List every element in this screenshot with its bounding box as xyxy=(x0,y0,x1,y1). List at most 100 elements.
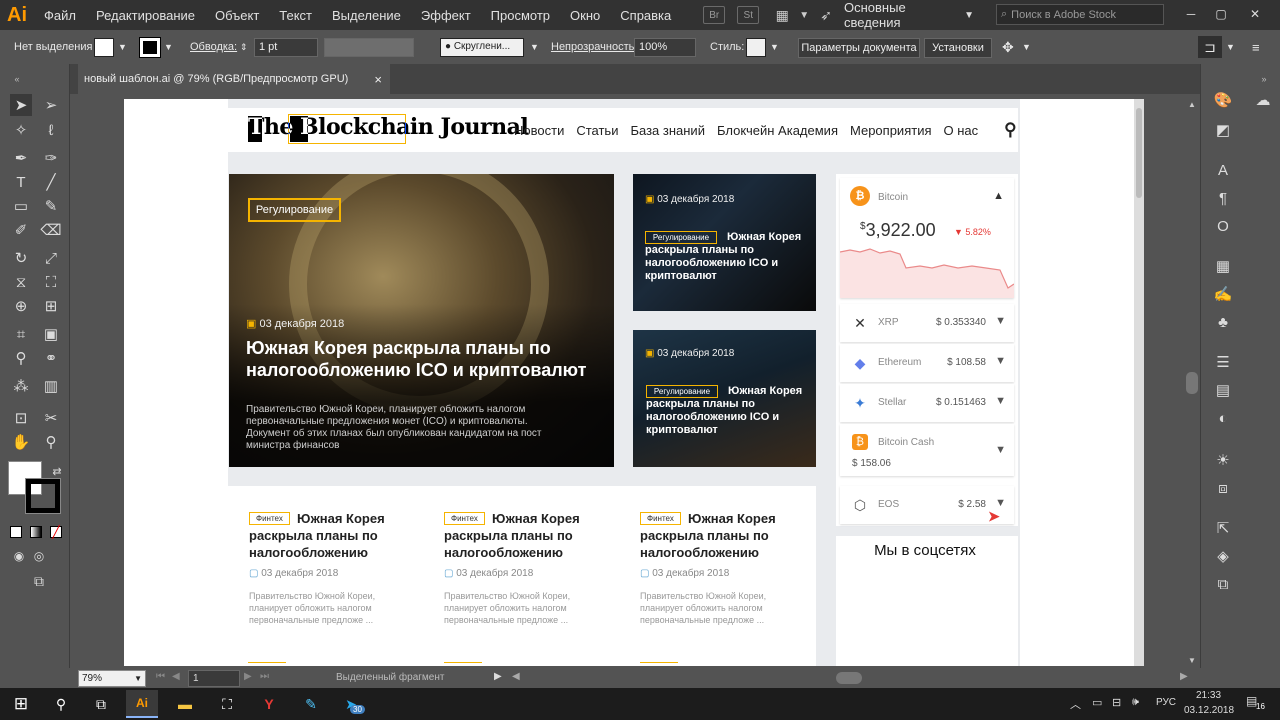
minimize-button[interactable]: ─ xyxy=(1181,4,1201,24)
menu-window[interactable]: Окно xyxy=(560,8,610,23)
illustrator-taskbar-icon[interactable]: Ai xyxy=(126,690,158,718)
stroke-swatch[interactable] xyxy=(139,37,161,58)
transparency-panel-icon[interactable]: ◐ xyxy=(1211,406,1235,430)
perspective-grid-icon[interactable]: ⊞ xyxy=(40,295,62,317)
zoom-tool-icon[interactable]: ⚲ xyxy=(40,431,62,453)
article-title[interactable]: Южная Корея раскрыла планы по налогообло… xyxy=(249,510,399,561)
workspace-selector[interactable]: Основные сведения ▼ xyxy=(838,0,980,30)
gradient-panel-icon[interactable]: ▤ xyxy=(1211,378,1235,402)
chevron-down-icon[interactable]: ▼ xyxy=(164,32,173,62)
pen-tool-icon[interactable]: ✒ xyxy=(10,147,32,169)
notepad-icon[interactable]: ✎ xyxy=(296,692,326,716)
article-title[interactable]: Южная Корея раскрыла планы по налогообло… xyxy=(640,510,790,561)
menu-select[interactable]: Выделение xyxy=(322,8,411,23)
task-view-icon[interactable]: ⧉ xyxy=(86,692,116,716)
swap-colors-icon[interactable]: ⇄ xyxy=(46,460,68,482)
draw-behind-icon[interactable]: ◎ xyxy=(28,545,50,567)
magic-wand-icon[interactable]: ✧ xyxy=(10,119,32,141)
stroke-label[interactable]: Обводка: xyxy=(190,32,237,62)
eyedropper-tool-icon[interactable]: ⚲ xyxy=(10,347,32,369)
paragraph-panel-icon[interactable]: ¶ xyxy=(1211,186,1235,210)
maximize-button[interactable]: ▢ xyxy=(1211,4,1231,24)
coin-row-xrp[interactable]: ✕ XRP $ 0.353340 ▼ xyxy=(840,304,1014,342)
nav-academy[interactable]: Блокчейн Академия xyxy=(717,123,838,138)
horizontal-scroll-thumb[interactable] xyxy=(836,672,862,684)
symbols-panel-icon[interactable]: ♣ xyxy=(1211,310,1235,334)
shape-builder-icon[interactable]: ⊕ xyxy=(10,295,32,317)
swatches-panel-icon[interactable]: ▦ xyxy=(1211,254,1235,278)
panel-options-icon[interactable]: ⊐ xyxy=(1198,36,1222,58)
chevron-down-icon[interactable]: ▼ xyxy=(770,32,779,62)
hand-tool-icon[interactable]: ✋ xyxy=(10,431,32,453)
nav-events[interactable]: Мероприятия xyxy=(850,123,932,138)
artboard-number-field[interactable]: 1 xyxy=(188,670,240,687)
stroke-weight-field[interactable]: 1 pt xyxy=(254,38,318,57)
chevron-down-icon[interactable]: ▼ xyxy=(530,32,539,62)
type-tool-icon[interactable]: T xyxy=(10,171,32,193)
curvature-tool-icon[interactable]: ✑ xyxy=(40,147,62,169)
side-card-title[interactable]: Южная Корея раскрыла планы по налогообло… xyxy=(646,385,806,437)
menu-help[interactable]: Справка xyxy=(610,8,681,23)
variable-width-profile[interactable] xyxy=(324,38,414,57)
side-card-2[interactable]: ▣ 03 декабря 2018 Регулирование Южная Ко… xyxy=(633,330,816,467)
coin-row-stellar[interactable]: ✦ Stellar $ 0.151463 ▼ xyxy=(840,384,1014,422)
status-menu-icon[interactable]: ▶ xyxy=(494,671,502,682)
first-artboard-icon[interactable]: ⏮ xyxy=(156,671,165,682)
line-tool-icon[interactable]: ╱ xyxy=(40,171,62,193)
language-indicator[interactable]: РУС xyxy=(1156,697,1176,708)
gradient-tool-icon[interactable]: ▣ xyxy=(40,323,62,345)
stroke-panel-icon[interactable]: ☰ xyxy=(1211,350,1235,374)
collapse-icon[interactable]: « xyxy=(6,68,28,90)
last-artboard-icon[interactable]: ⏭ xyxy=(260,671,269,682)
color-mode-icon[interactable] xyxy=(10,526,22,538)
preferences-button[interactable]: Установки xyxy=(924,38,992,58)
color-panel-icon[interactable]: 🎨 xyxy=(1211,88,1235,112)
blend-tool-icon[interactable]: ⚭ xyxy=(40,347,62,369)
brush-definition[interactable]: ● Скруглени... xyxy=(440,38,524,57)
panel-scroll-thumb[interactable] xyxy=(1186,372,1198,394)
chevron-down-icon[interactable]: ▼ xyxy=(995,355,1006,367)
opentype-panel-icon[interactable]: O xyxy=(1211,214,1235,238)
arrange-documents-icon[interactable]: ▦ xyxy=(771,6,793,24)
site-logo[interactable]: The Blockchain Journal xyxy=(248,114,529,144)
fill-swatch[interactable] xyxy=(94,38,114,57)
scroll-right-icon[interactable]: ▶ xyxy=(1180,671,1188,682)
bitcoin-card[interactable]: ₿ Bitcoin ▲ $3,922.00 ▼ 5.82% xyxy=(840,178,1014,298)
close-window-button[interactable]: ✕ xyxy=(1245,4,1265,24)
rotate-tool-icon[interactable]: ↻ xyxy=(10,247,32,269)
chevron-down-icon[interactable]: ▼ xyxy=(1022,32,1031,62)
vertical-scroll-thumb[interactable] xyxy=(1136,108,1142,198)
mesh-tool-icon[interactable]: ⌗ xyxy=(10,323,32,345)
prev-artboard-icon[interactable]: ◀ xyxy=(172,671,180,682)
scroll-left-icon[interactable]: ◀ xyxy=(512,671,520,682)
opacity-label[interactable]: Непрозрачность: xyxy=(551,32,637,62)
symbol-sprayer-icon[interactable]: ⁂ xyxy=(10,375,32,397)
battery-icon[interactable]: ▭ xyxy=(1092,696,1102,709)
clock-date[interactable]: 03.12.2018 xyxy=(1184,705,1234,716)
document-setup-button[interactable]: Параметры документа xyxy=(798,38,920,58)
align-icon[interactable]: ✥ xyxy=(1002,32,1014,62)
paintbrush-tool-icon[interactable]: ✎ xyxy=(40,195,62,217)
libraries-icon[interactable]: ☁ xyxy=(1251,88,1275,112)
side-card-title[interactable]: Южная Корея раскрыла планы по налогообло… xyxy=(645,231,805,283)
chevron-down-icon[interactable]: ▼ xyxy=(995,444,1006,456)
chevron-down-icon[interactable]: ▼ xyxy=(995,395,1006,407)
scale-tool-icon[interactable]: ⤢ xyxy=(40,247,62,269)
menu-object[interactable]: Объект xyxy=(205,8,269,23)
chevron-down-icon[interactable]: ▼ xyxy=(1226,32,1235,62)
gradient-mode-icon[interactable] xyxy=(30,526,42,538)
scroll-up-icon[interactable]: ▲ xyxy=(1188,100,1196,109)
direct-selection-tool-icon[interactable]: ➢ xyxy=(40,94,62,116)
column-graph-icon[interactable]: ▥ xyxy=(40,375,62,397)
width-tool-icon[interactable]: ⧖ xyxy=(10,271,32,293)
hero-title[interactable]: Южная Корея раскрыла планы по налогообло… xyxy=(246,337,601,381)
menu-type[interactable]: Текст xyxy=(269,8,322,23)
brushes-panel-icon[interactable]: ✍ xyxy=(1211,282,1235,306)
artboard-tool-icon[interactable]: ⊡ xyxy=(10,407,32,429)
clock-time[interactable]: 21:33 xyxy=(1196,690,1221,701)
export-panel-icon[interactable]: ⇱ xyxy=(1211,516,1235,540)
next-artboard-icon[interactable]: ▶ xyxy=(244,671,252,682)
stroke-stepper-icon[interactable]: ⇕ xyxy=(240,32,248,62)
file-explorer-icon[interactable]: ▬ xyxy=(170,692,200,716)
rectangle-tool-icon[interactable]: ▭ xyxy=(10,195,32,217)
